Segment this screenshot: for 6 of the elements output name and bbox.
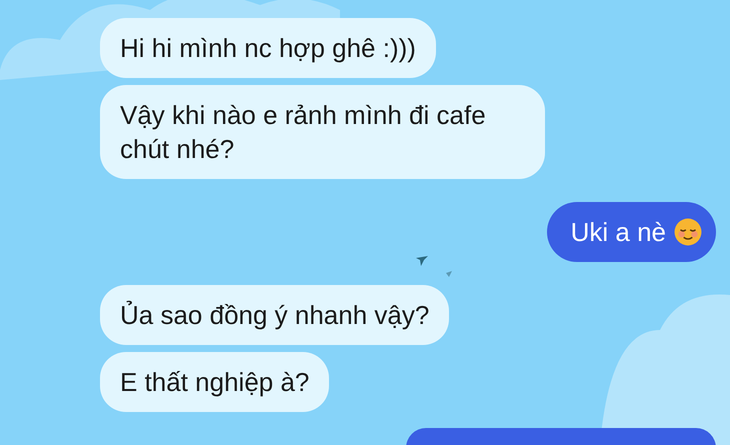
message-text: E thất nghiệp à? — [120, 366, 310, 399]
message-text: Ủa sao đồng ý nhanh vậy? — [120, 299, 430, 332]
message-text: Vậy khi nào e rảnh mình đi cafe chút nhé? — [120, 99, 487, 166]
message-text: Uki a nè — [570, 216, 666, 249]
smiling-face-icon — [674, 218, 702, 246]
message-text: Hi hi mình nc hợp ghê :))) — [120, 32, 416, 65]
